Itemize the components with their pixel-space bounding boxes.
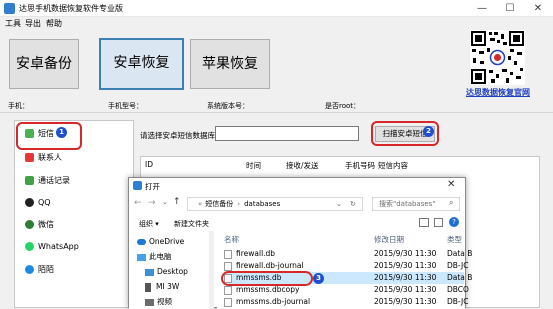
file-row[interactable]: firewall.db 2015/9/30 11:30 Data B <box>224 248 472 260</box>
phone-icon <box>25 176 34 185</box>
address-dropdown-icon[interactable]: ⌄ <box>336 198 342 210</box>
wechat-icon <box>25 220 34 229</box>
file-icon <box>224 261 232 271</box>
breadcrumb-databases[interactable]: databases <box>244 200 280 208</box>
file-icon <box>224 249 232 259</box>
column-name[interactable]: 名称 <box>224 235 239 244</box>
column-date[interactable]: 修改日期 <box>374 234 404 246</box>
address-bar[interactable]: «短信备份 › databases ⌄ ↻ <box>187 197 363 211</box>
column-header-time[interactable]: 时间 <box>246 160 261 171</box>
minimize-button[interactable]: — <box>468 1 496 16</box>
maximize-button[interactable]: ☐ <box>496 1 524 16</box>
separator <box>0 112 553 113</box>
qr-code <box>470 30 525 85</box>
annotation-badge-1: 1 <box>56 127 67 138</box>
organize-menu[interactable]: 组织 ▾ <box>139 219 159 229</box>
nav-this-pc[interactable]: 此电脑 <box>137 250 172 263</box>
nav-desktop[interactable]: Desktop <box>145 265 188 278</box>
column-type[interactable]: 类型 <box>447 234 462 246</box>
open-file-dialog: 打开 ✕ ← → ⌄ ↑ «短信备份 › databases ⌄ ↻ 搜索"data… <box>128 177 472 309</box>
file-list-header: 名称 修改日期 类型 <box>224 234 464 246</box>
apple-recovery-button[interactable]: 苹果恢复 <box>190 39 270 89</box>
annotation-badge-2: 2 <box>423 126 434 137</box>
column-header-content[interactable]: 短信内容 <box>378 160 408 171</box>
refresh-icon[interactable]: ↻ <box>350 198 356 210</box>
app-icon <box>4 3 15 14</box>
system-version-label: 系统版本号： <box>207 102 249 110</box>
window-title: 达思手机数据恢复软件专业版 <box>19 4 123 13</box>
list-item-call-log[interactable]: 通话记录 <box>25 174 70 188</box>
nav-mi3w[interactable]: MI 3W <box>145 280 179 293</box>
root-status-label: 是否root： <box>325 102 361 110</box>
search-input[interactable]: 搜索"databases" <box>372 197 460 211</box>
list-item-contacts[interactable]: 联系人 <box>25 151 62 165</box>
android-backup-button[interactable]: 安卓备份 <box>9 39 79 89</box>
help-icon[interactable]: ? <box>449 217 459 227</box>
file-icon <box>224 297 232 307</box>
column-header-phone[interactable]: 手机号码 <box>345 160 375 171</box>
file-row[interactable]: mmssms.db-journal 2015/9/30 11:30 DB-JC <box>224 296 469 308</box>
dialog-toolbar: 组织 ▾ 新建文件夹 ? <box>129 215 465 231</box>
brand-link[interactable]: 达思数据恢复官网 <box>466 87 546 98</box>
list-item-whatsapp[interactable]: WhatsApp <box>25 240 79 254</box>
breadcrumb-separator-icon: › <box>237 200 241 208</box>
contacts-icon <box>25 153 34 162</box>
annotation-badge-3: 3 <box>313 273 324 284</box>
column-header-id[interactable]: ID <box>145 160 153 169</box>
list-item-momo[interactable]: 陌陌 <box>25 263 54 277</box>
search-icon: ⌕ <box>449 198 454 207</box>
menu-bar: 工具 导出 帮助 <box>0 17 553 30</box>
whatsapp-icon <box>25 242 34 251</box>
android-recovery-button[interactable]: 安卓恢复 <box>99 38 184 90</box>
dialog-title-bar: 打开 ✕ <box>129 178 465 194</box>
menu-help[interactable]: 帮助 <box>43 17 65 30</box>
menu-tools[interactable]: 工具 <box>2 17 24 30</box>
computer-icon <box>137 253 146 261</box>
cloud-icon <box>137 239 146 245</box>
qq-icon <box>25 198 34 207</box>
dialog-navigation-pane: OneDrive 此电脑 Desktop MI 3W 视频 <box>129 231 209 309</box>
breadcrumb-sms-backup[interactable]: 短信备份 <box>205 200 233 208</box>
nav-onedrive[interactable]: OneDrive <box>137 235 184 248</box>
column-header-direction[interactable]: 接收/发送 <box>286 160 319 171</box>
annotation-ring-1 <box>16 122 82 150</box>
dialog-close-icon[interactable]: ✕ <box>447 179 455 190</box>
phone-device-icon <box>145 282 151 292</box>
menu-export[interactable]: 导出 <box>22 17 44 30</box>
close-button[interactable]: ✕ <box>524 1 552 16</box>
momo-icon <box>25 265 34 274</box>
nav-videos[interactable]: 视频 <box>145 295 172 308</box>
video-folder-icon <box>145 298 154 306</box>
list-item-wechat[interactable]: 微信 <box>25 218 54 232</box>
file-icon <box>224 285 232 295</box>
title-bar: 达思手机数据恢复软件专业版 — ☐ ✕ <box>0 0 553 17</box>
phone-model-label: 手机型号： <box>108 102 143 110</box>
nav-scrollbar[interactable] <box>209 231 214 309</box>
annotation-ring-3 <box>221 271 313 286</box>
view-options-icon[interactable] <box>419 218 429 227</box>
new-folder-button[interactable]: 新建文件夹 <box>174 219 209 229</box>
desktop-icon <box>145 268 154 276</box>
file-list: 名称 修改日期 类型 firewall.db 2015/9/30 11:30 Dat… <box>217 231 472 309</box>
list-item-qq[interactable]: QQ <box>25 196 51 210</box>
database-select-label: 请选择安卓短信数据库： <box>140 131 223 140</box>
dialog-app-icon <box>133 181 142 190</box>
back-arrow-icon[interactable]: ← <box>134 198 142 208</box>
dialog-title: 打开 <box>145 182 160 191</box>
forward-arrow-icon[interactable]: → <box>148 198 156 208</box>
file-row[interactable]: firewall.db-journal 2015/9/30 11:30 DB-JC <box>224 260 469 272</box>
preview-pane-icon[interactable] <box>434 218 443 227</box>
up-arrow-icon[interactable]: ↑ <box>173 197 181 207</box>
history-dropdown-icon[interactable]: ⌄ <box>162 198 168 206</box>
folder-chevron-icon: « <box>198 200 203 208</box>
database-path-input[interactable] <box>215 126 359 141</box>
phone-label: 手机： <box>8 102 29 110</box>
